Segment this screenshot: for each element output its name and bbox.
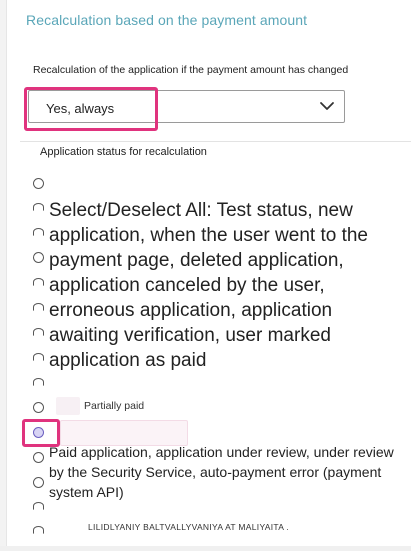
checkbox[interactable]: [33, 477, 44, 488]
chevron-down-icon[interactable]: [318, 97, 336, 115]
recalc-select-value: Yes, always: [46, 101, 115, 116]
checkbox[interactable]: [33, 526, 44, 534]
redacted-area: [56, 397, 80, 415]
status-field-label: Application status for recalculation: [40, 146, 207, 158]
select-all-checkbox[interactable]: [33, 203, 44, 211]
bottom-status-caption: LILIDLYANIY BALTVALLYVANIYA AT MALIYAITA…: [88, 522, 290, 532]
checkbox[interactable]: [33, 178, 44, 189]
checkbox[interactable]: [33, 452, 44, 463]
checkbox[interactable]: [33, 252, 44, 263]
select-all-status-text: Select/Deselect All: Test status, new ap…: [49, 200, 368, 371]
paid-group-status-text: Paid application, application under revi…: [49, 444, 394, 500]
checkbox[interactable]: [33, 502, 44, 510]
bottom-edge: [0, 546, 411, 551]
partially-paid-label: Partially paid: [84, 400, 145, 412]
checkbox[interactable]: [33, 378, 44, 386]
divider: [20, 141, 411, 142]
checkbox[interactable]: [33, 303, 44, 311]
checkbox[interactable]: [33, 328, 44, 336]
recalc-select[interactable]: Yes, always: [28, 90, 345, 123]
left-panel-edge: [0, 0, 7, 551]
checkbox[interactable]: [33, 353, 44, 361]
section-title: Recalculation based on the payment amoun…: [26, 12, 308, 28]
checkbox[interactable]: [33, 278, 44, 286]
checkbox[interactable]: [33, 228, 44, 236]
checkbox[interactable]: [33, 402, 44, 413]
recalc-field-label: Recalculation of the application if the …: [33, 64, 349, 76]
